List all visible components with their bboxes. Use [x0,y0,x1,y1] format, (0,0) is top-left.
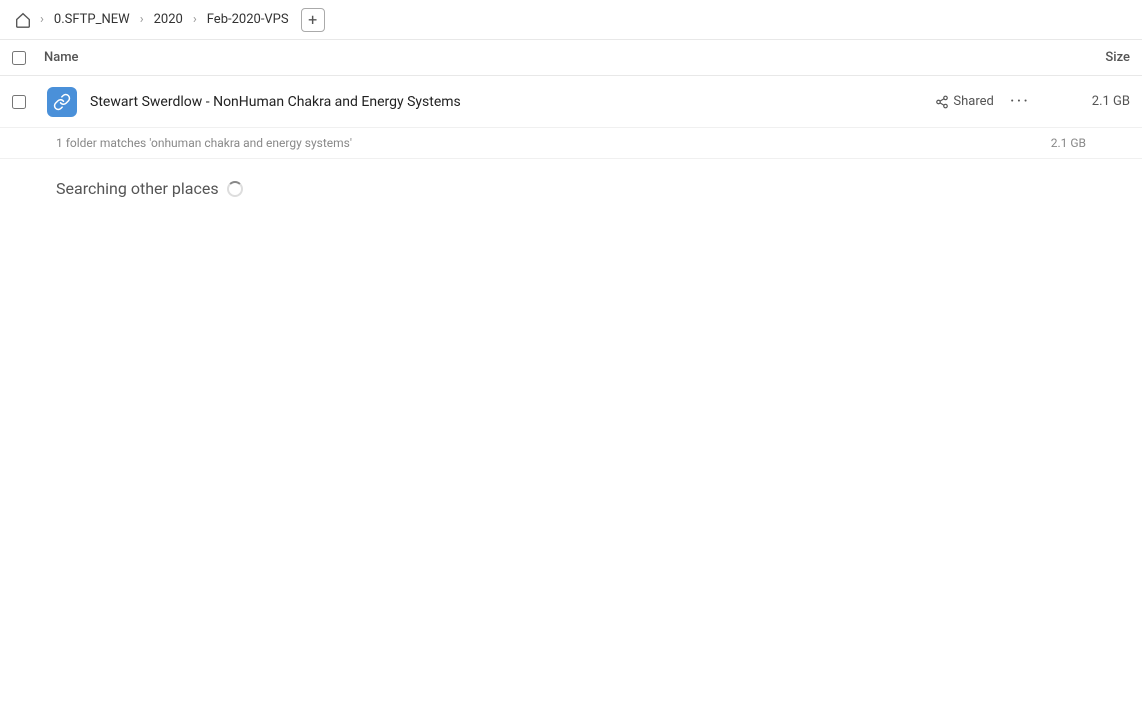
file-actions: Shared ··· [935,87,1034,116]
searching-section: Searching other places [0,159,1142,218]
link-icon [53,93,71,111]
more-options-button[interactable]: ··· [1006,87,1034,116]
match-size: 2.1 GB [1051,136,1086,150]
file-icon [44,84,80,120]
file-name: Stewart Swerdlow - NonHuman Chakra and E… [90,94,935,110]
home-button[interactable] [12,9,34,31]
breadcrumb-item-0[interactable]: 0.SFTP_NEW [50,10,134,29]
breadcrumb-bar: › 0.SFTP_NEW › 2020 › Feb-2020-VPS + [0,0,1142,40]
breadcrumb-separator-1: › [40,12,44,27]
breadcrumb-separator-3: › [193,12,197,27]
breadcrumb-item-1[interactable]: 2020 [150,10,187,29]
column-header: Name Size [0,40,1142,76]
match-info: 1 folder matches 'onhuman chakra and ene… [0,128,1142,159]
breadcrumb-separator-2: › [140,12,144,27]
share-icon [935,95,949,109]
file-checkbox[interactable] [12,95,26,109]
add-breadcrumb-button[interactable]: + [301,8,325,32]
select-all-checkbox[interactable] [12,51,26,65]
file-row[interactable]: Stewart Swerdlow - NonHuman Chakra and E… [0,76,1142,128]
folder-icon-inner [47,87,77,117]
size-column-header: Size [1050,50,1130,65]
select-all-checkbox-container[interactable] [12,51,44,65]
file-size: 2.1 GB [1050,94,1130,109]
loading-spinner [227,181,243,197]
shared-badge: Shared [935,94,993,109]
searching-title: Searching other places [56,179,1086,198]
breadcrumb-item-2[interactable]: Feb-2020-VPS [203,10,293,29]
name-column-header: Name [44,50,1050,65]
match-text: 1 folder matches 'onhuman chakra and ene… [56,136,352,150]
file-checkbox-container[interactable] [12,95,44,109]
searching-label: Searching other places [56,179,219,198]
shared-label: Shared [953,94,993,109]
